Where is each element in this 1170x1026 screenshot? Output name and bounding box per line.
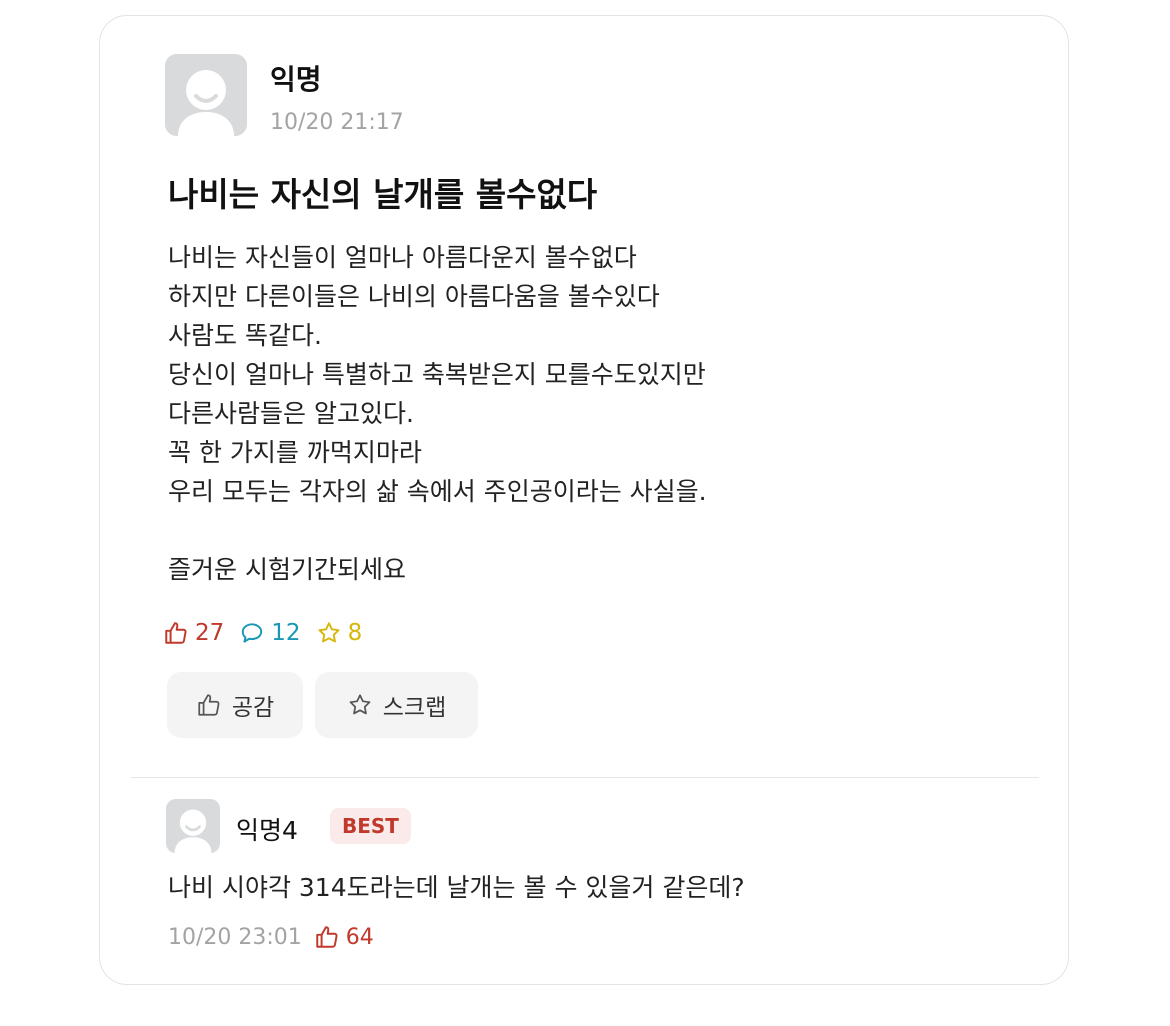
like-button[interactable]: 공감: [167, 672, 303, 738]
comment-timestamp: 10/20 23:01: [168, 924, 302, 950]
comment-meta: 10/20 23:01 64: [168, 924, 374, 950]
star-icon: [349, 694, 371, 715]
post-body-line: 하지만 다른이들은 나비의 아름다움을 볼수있다: [168, 282, 660, 311]
best-badge: BEST: [330, 808, 411, 844]
scrap-button[interactable]: 스크랩: [315, 672, 478, 738]
post-body-line: 나비는 자신들이 얼마나 아름다운지 볼수없다: [168, 243, 637, 272]
divider: [131, 777, 1039, 778]
post-body-line: 당신이 얼마나 특별하고 축복받은지 모를수도있지만: [168, 360, 706, 389]
post-author-name: 익명: [270, 63, 322, 96]
post-body-line: 우리 모두는 각자의 삶 속에서 주인공이라는 사실을.: [168, 477, 707, 506]
comment-text: 나비 시야각 314도라는데 날개는 볼 수 있을거 같은데?: [168, 873, 745, 902]
comment-count: 12: [239, 620, 301, 646]
thumbs-up-icon: [165, 622, 187, 644]
post-body: 나비는 자신들이 얼마나 아름다운지 볼수없다 하지만 다른이들은 나비의 아름…: [168, 238, 1008, 589]
scrap-count-value: 8: [347, 620, 363, 646]
thumbs-up-icon: [198, 694, 220, 716]
speech-bubble-icon: [242, 623, 263, 643]
post-body-line: [168, 511, 1008, 550]
thumbs-up-icon: [316, 926, 338, 948]
comment-like-count[interactable]: 64: [314, 924, 374, 950]
post-body-line: 사람도 똑같다.: [168, 321, 322, 350]
post-body-line: 꼭 한 가지를 까먹지마라: [168, 438, 422, 467]
default-avatar-icon: [166, 799, 220, 853]
comment-count-value: 12: [271, 620, 301, 646]
like-count-value: 27: [195, 620, 225, 646]
post-stats: 27 12 8: [163, 620, 377, 646]
default-avatar-icon: [165, 54, 247, 136]
comment-author-avatar: [166, 799, 220, 853]
comment-author-name: 익명4: [236, 816, 298, 845]
scrap-button-label: 스크랩: [382, 695, 447, 721]
post-body-line: 다른사람들은 알고있다.: [168, 399, 414, 428]
post-title: 나비는 자신의 날개를 볼수없다: [168, 175, 598, 214]
post-body-line: 즐거운 시험기간되세요: [168, 555, 406, 584]
comment-like-count-value: 64: [345, 924, 374, 950]
like-count: 27: [163, 620, 224, 646]
post-timestamp: 10/20 21:17: [270, 110, 404, 135]
scrap-count: 8: [316, 620, 363, 646]
like-button-label: 공감: [231, 695, 275, 721]
star-icon: [318, 622, 340, 643]
post-card: 익명 10/20 21:17 나비는 자신의 날개를 볼수없다 나비는 자신들이…: [99, 15, 1069, 985]
post-author-avatar: [165, 54, 247, 136]
